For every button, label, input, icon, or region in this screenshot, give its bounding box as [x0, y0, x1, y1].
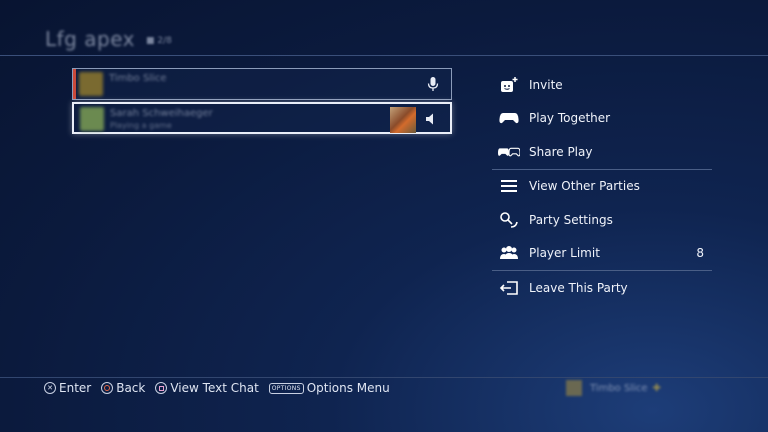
menu-item-play-together[interactable]: Play Together: [492, 102, 712, 136]
options-hint[interactable]: OPTIONS Options Menu: [268, 381, 390, 395]
menu-item-label: Invite: [529, 77, 563, 92]
avatar: [80, 107, 104, 131]
controller-icon: [498, 109, 520, 127]
menu-item-view-other-parties[interactable]: View Other Parties: [492, 170, 712, 204]
leave-icon: [498, 279, 520, 297]
share-play-icon: [498, 143, 520, 161]
cross-button-icon: ✕: [44, 382, 56, 394]
member-status: Playing a game: [110, 121, 172, 130]
menu-item-party-settings[interactable]: Party Settings: [492, 203, 712, 237]
avatar: [79, 72, 103, 96]
menu-item-label: Player Limit: [529, 246, 600, 261]
menu-item-player-limit[interactable]: Player Limit 8: [492, 237, 712, 271]
party-options-menu: Invite Play Together Share Play View Oth…: [492, 68, 712, 305]
host-accent-bar: [73, 69, 76, 99]
party-member-count: ■ 2/8: [146, 36, 172, 46]
people-icon: ■: [146, 36, 155, 46]
party-title: Lfg apex: [45, 27, 135, 51]
menu-item-share-play[interactable]: Share Play: [492, 135, 712, 169]
menu-item-invite[interactable]: Invite: [492, 68, 712, 102]
speaker-icon: [426, 113, 433, 125]
group-icon: [498, 244, 520, 262]
member-name: Sarah Schweihaeger: [110, 108, 213, 119]
signed-in-user: Timbo Slice ✚: [566, 380, 661, 396]
menu-item-label: Party Settings: [529, 212, 613, 227]
menu-item-label: Share Play: [529, 144, 593, 159]
menu-item-label: View Other Parties: [529, 179, 640, 194]
options-button-icon: OPTIONS: [268, 382, 304, 394]
square-button-icon: [155, 382, 168, 394]
party-member-row[interactable]: Timbo Slice: [72, 68, 452, 100]
footer-divider: [0, 377, 768, 378]
party-member-row-selected[interactable]: Sarah Schweihaeger Playing a game: [72, 102, 452, 134]
text-chat-hint[interactable]: View Text Chat: [155, 381, 259, 395]
invite-icon: [498, 76, 520, 94]
player-limit-value: 8: [696, 246, 704, 261]
list-icon: [498, 177, 520, 195]
member-name: Timbo Slice: [109, 73, 167, 84]
microphone-icon: [427, 77, 439, 91]
settings-icon: [498, 211, 520, 229]
plus-icon: ✚: [652, 382, 661, 394]
game-thumbnail: [390, 107, 416, 133]
menu-item-label: Leave This Party: [529, 280, 628, 295]
menu-item-label: Play Together: [529, 111, 611, 126]
header-divider: [0, 55, 768, 56]
avatar: [566, 380, 582, 396]
enter-hint[interactable]: ✕ Enter: [44, 381, 91, 395]
menu-item-leave-party[interactable]: Leave This Party: [492, 271, 712, 305]
back-hint[interactable]: Back: [101, 381, 145, 395]
button-guide: ✕ Enter Back View Text Chat OPTIONS Opti…: [44, 381, 400, 395]
circle-button-icon: [101, 382, 114, 394]
